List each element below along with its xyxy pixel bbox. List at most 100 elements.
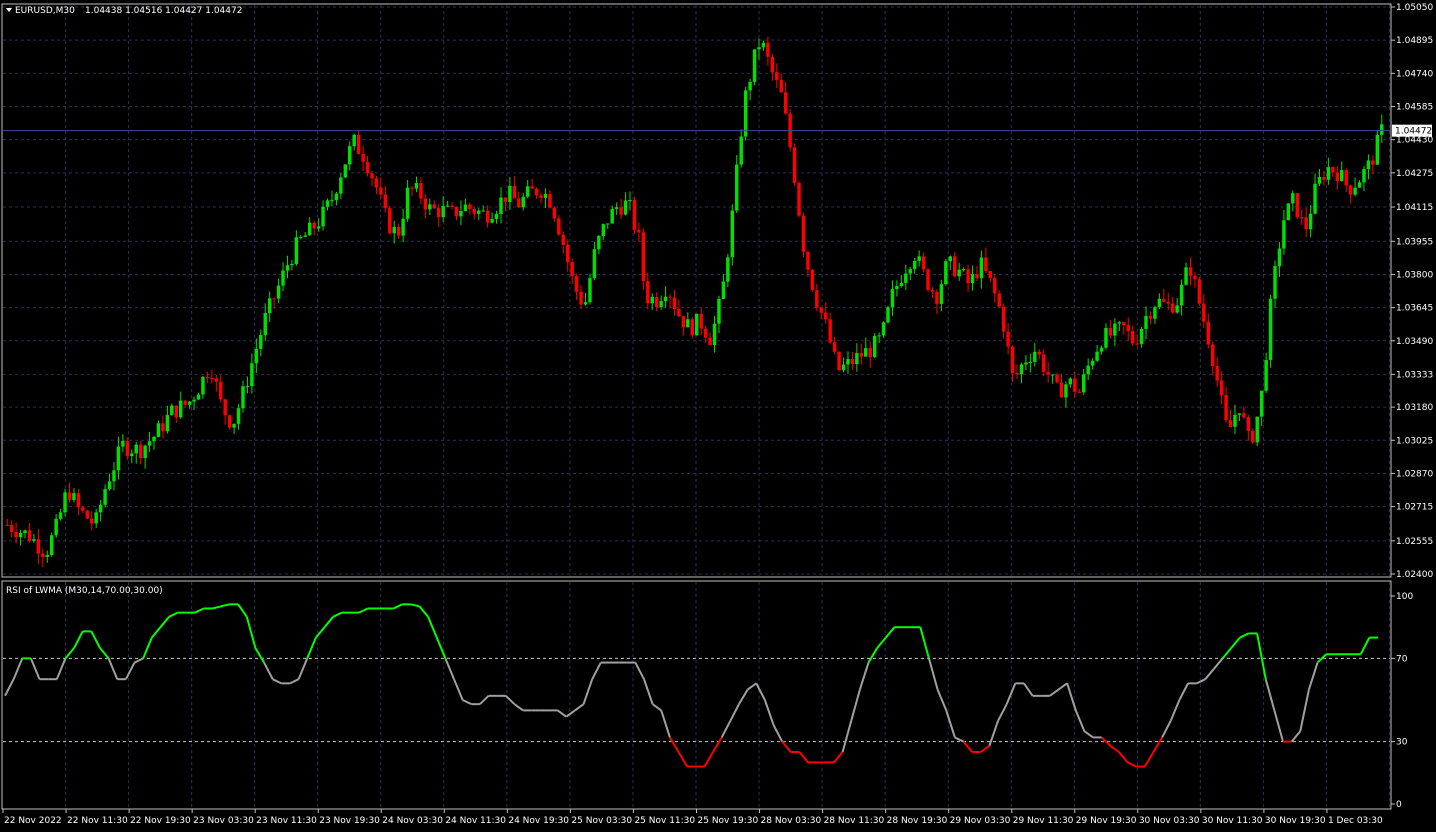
candle-body <box>5 524 9 526</box>
candle-body <box>94 512 98 524</box>
candle-body <box>250 363 254 387</box>
candle-body <box>152 437 156 442</box>
candle-body <box>32 539 36 541</box>
candle-body <box>775 72 779 80</box>
candle-body <box>935 291 939 304</box>
candle-body <box>779 79 783 93</box>
candle-body <box>1299 217 1304 219</box>
candle-body <box>161 423 165 432</box>
price-tick-label: 1.02555 <box>1396 537 1433 547</box>
candle-body <box>352 134 356 147</box>
candle-body <box>988 270 993 279</box>
candle-body <box>370 173 374 179</box>
candle-body <box>810 269 815 291</box>
candle-body <box>1113 323 1117 336</box>
candle-body <box>1277 248 1282 267</box>
time-tick-label: 23 Nov 19:30 <box>319 816 380 826</box>
candle-body <box>1090 360 1095 366</box>
candle-body <box>365 161 370 174</box>
candle-body <box>339 177 343 194</box>
candle-body <box>681 316 686 328</box>
candle-body <box>939 284 944 304</box>
candle-body <box>334 193 339 201</box>
time-tick-label: 24 Nov 03:30 <box>382 816 443 826</box>
candle-body <box>143 445 147 459</box>
candle-body <box>1366 160 1371 170</box>
candle-body <box>232 423 236 428</box>
candle-body <box>1224 395 1228 421</box>
candle-body <box>18 532 23 538</box>
candle-body <box>1237 413 1242 415</box>
candle-body <box>997 293 1001 307</box>
candle-body <box>579 291 583 305</box>
candle-body <box>1197 279 1202 304</box>
candle-body <box>423 198 428 210</box>
candle-body <box>868 348 872 358</box>
candle-body <box>703 328 708 338</box>
candle-body <box>912 260 917 270</box>
candle-body <box>739 136 743 165</box>
candle-body <box>917 256 921 261</box>
candle-body <box>801 215 806 252</box>
candle-body <box>276 285 281 299</box>
candle-body <box>254 348 259 364</box>
candle-body <box>441 205 445 218</box>
candle-body <box>877 335 881 337</box>
time-tick-label: 30 Nov 19:30 <box>1265 816 1326 826</box>
candle-body <box>548 193 552 208</box>
candle-body <box>49 535 54 555</box>
ohlc-label: 1.04438 1.04516 1.04427 1.04472 <box>85 6 242 16</box>
candle-body <box>743 90 748 137</box>
candle-body <box>27 530 32 541</box>
candle-body <box>1264 359 1268 391</box>
candle-body <box>63 492 67 513</box>
candle-body <box>1006 331 1010 347</box>
candle-body <box>450 205 454 207</box>
time-tick-label: 29 Nov 11:30 <box>1013 816 1074 826</box>
time-tick-label: 22 Nov 2022 <box>4 816 62 826</box>
candle-body <box>85 510 90 519</box>
candle-body <box>735 164 739 211</box>
candle-body <box>1353 187 1357 195</box>
candle-body <box>614 207 619 209</box>
candle-body <box>646 281 650 304</box>
candle-body <box>392 227 396 234</box>
candle-body <box>832 342 837 352</box>
candle-body <box>650 296 654 304</box>
candle-body <box>1041 354 1046 372</box>
price-tick-label: 1.02715 <box>1396 503 1433 513</box>
candle-body <box>1073 378 1077 392</box>
candle-body <box>236 408 241 424</box>
candle-body <box>597 235 601 250</box>
candle-body <box>90 518 94 524</box>
candle-body <box>1259 390 1264 417</box>
candle-body <box>530 186 534 189</box>
candle-body <box>316 226 321 229</box>
time-tick-label: 24 Nov 19:30 <box>508 816 569 826</box>
candle-body <box>165 415 170 432</box>
candle-body <box>1193 275 1197 280</box>
candle-body <box>1001 306 1006 332</box>
candle-body <box>1157 298 1162 308</box>
candle-body <box>1050 374 1055 376</box>
candle-body <box>170 405 174 416</box>
time-tick-label: 28 Nov 19:30 <box>887 816 948 826</box>
candle-body <box>285 265 290 271</box>
candle-body <box>846 359 850 365</box>
candle-body <box>766 42 770 57</box>
candle-body <box>1135 343 1139 345</box>
price-tick-label: 1.03645 <box>1396 304 1433 314</box>
candle-body <box>610 208 614 224</box>
candle-body <box>717 298 721 324</box>
candle-body <box>508 185 512 203</box>
candle-body <box>125 440 130 456</box>
price-tick-label: 1.04430 <box>1396 136 1433 146</box>
candle-body <box>904 273 908 283</box>
symbol-label: EURUSD,M30 <box>15 6 75 16</box>
candle-body <box>1215 366 1219 381</box>
symbol-header: EURUSD,M30 1.04438 1.04516 1.04427 1.044… <box>6 6 242 16</box>
candle-body <box>374 178 379 188</box>
candle-body <box>196 394 201 400</box>
candle-body <box>1313 183 1317 214</box>
candle-body <box>1375 134 1380 165</box>
